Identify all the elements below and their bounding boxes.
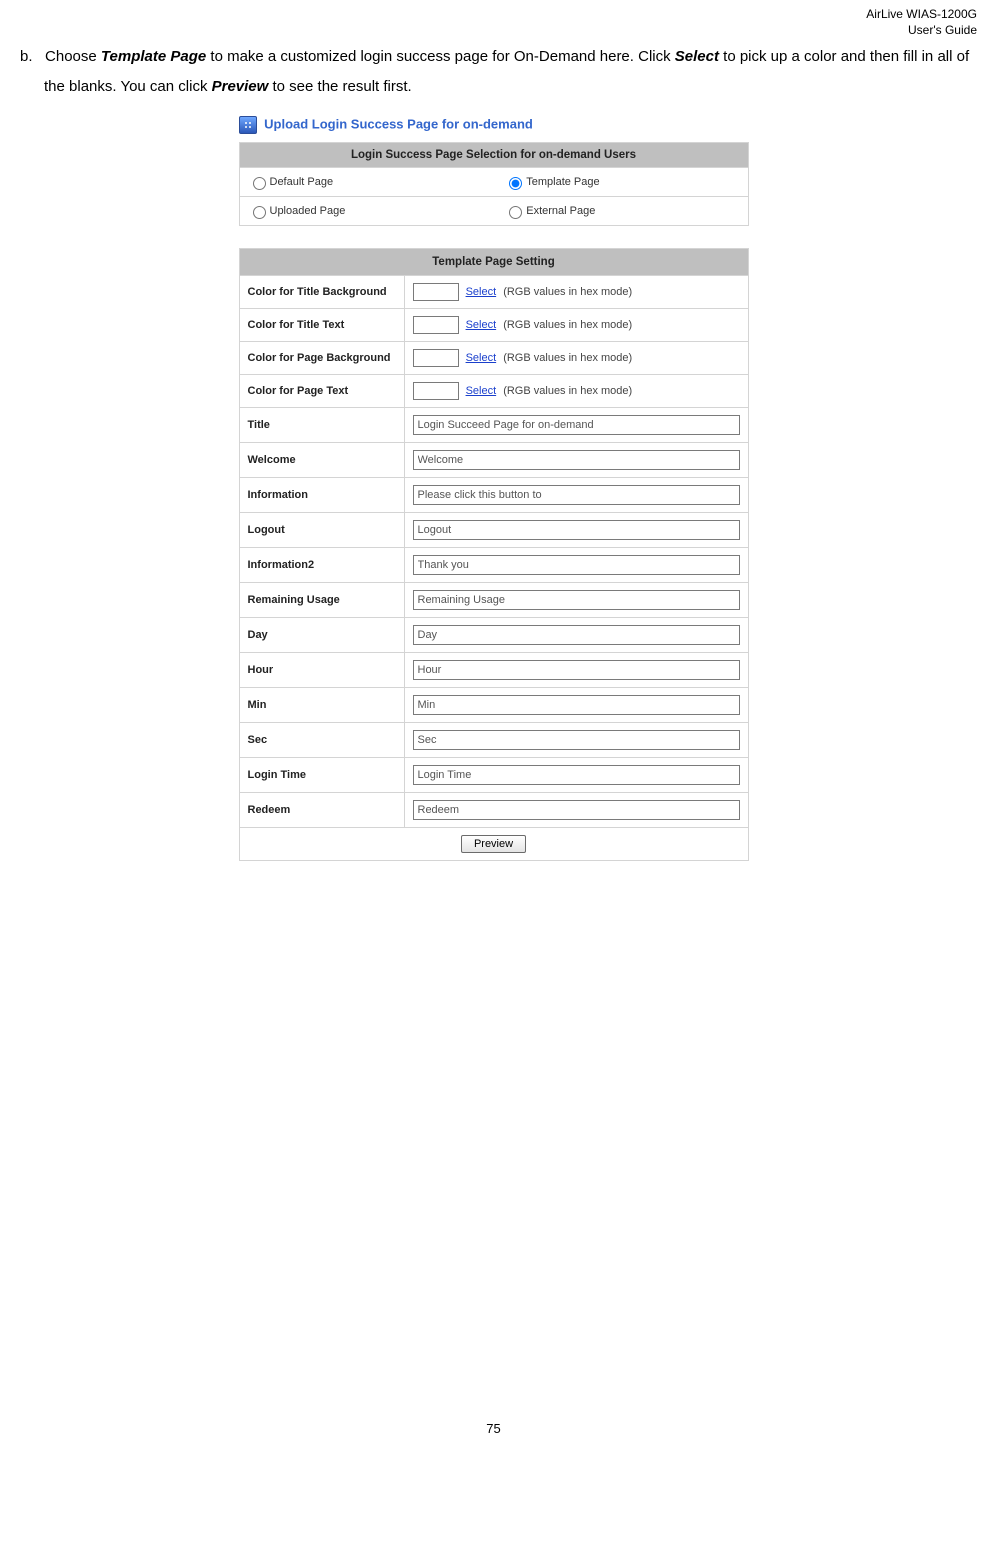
template-settings-table: Template Page Setting Color for Title Ba…	[239, 248, 749, 861]
label-welcome: Welcome	[239, 443, 404, 478]
input-information2[interactable]	[413, 555, 740, 575]
instr-text-4: to see the result first.	[268, 78, 411, 95]
input-title[interactable]	[413, 415, 740, 435]
screenshot-figure: Upload Login Success Page for on-demand …	[239, 112, 749, 861]
label-title-bg: Color for Title Background	[239, 276, 404, 309]
input-logout[interactable]	[413, 520, 740, 540]
input-min[interactable]	[413, 695, 740, 715]
label-min: Min	[239, 688, 404, 723]
label-page-text: Color for Page Text	[239, 375, 404, 408]
upload-icon	[239, 116, 257, 134]
label-login-time: Login Time	[239, 758, 404, 793]
select-link-title-text[interactable]: Select	[466, 319, 497, 331]
label-page-bg: Color for Page Background	[239, 342, 404, 375]
panel-heading: Upload Login Success Page for on-demand	[239, 112, 749, 142]
preview-button[interactable]: Preview	[461, 835, 526, 853]
input-information[interactable]	[413, 485, 740, 505]
input-login-time[interactable]	[413, 765, 740, 785]
label-logout: Logout	[239, 513, 404, 548]
select-link-page-bg[interactable]: Select	[466, 352, 497, 364]
input-page-bg-color[interactable]	[413, 349, 459, 367]
label-day: Day	[239, 618, 404, 653]
hint-title-bg: (RGB values in hex mode)	[503, 286, 632, 298]
input-remaining[interactable]	[413, 590, 740, 610]
product-name: AirLive WIAS-1200G	[866, 7, 977, 21]
doc-header: AirLive WIAS-1200G User's Guide	[0, 0, 987, 40]
input-day[interactable]	[413, 625, 740, 645]
label-remaining: Remaining Usage	[239, 583, 404, 618]
radio-external-page[interactable]: External Page	[504, 205, 595, 217]
bullet-label: b.	[20, 48, 33, 65]
panel-title-text: Upload Login Success Page for on-demand	[264, 117, 533, 132]
radio-default-page[interactable]: Default Page	[248, 176, 334, 188]
radio-default-label: Default Page	[270, 176, 334, 188]
label-hour: Hour	[239, 653, 404, 688]
label-title: Title	[239, 408, 404, 443]
instr-bold-1: Template Page	[101, 48, 206, 65]
select-link-page-text[interactable]: Select	[466, 385, 497, 397]
hint-page-bg: (RGB values in hex mode)	[503, 352, 632, 364]
selection-table: Login Success Page Selection for on-dema…	[239, 142, 749, 226]
radio-uploaded-page[interactable]: Uploaded Page	[248, 205, 346, 217]
input-page-text-color[interactable]	[413, 382, 459, 400]
hint-title-text: (RGB values in hex mode)	[503, 319, 632, 331]
input-title-text-color[interactable]	[413, 316, 459, 334]
select-link-title-bg[interactable]: Select	[466, 286, 497, 298]
doc-subtitle: User's Guide	[908, 23, 977, 37]
instr-text-2: to make a customized login success page …	[206, 48, 675, 65]
input-sec[interactable]	[413, 730, 740, 750]
page-number: 75	[0, 861, 987, 1456]
label-title-text: Color for Title Text	[239, 309, 404, 342]
input-welcome[interactable]	[413, 450, 740, 470]
hint-page-text: (RGB values in hex mode)	[503, 385, 632, 397]
instr-bold-2: Select	[675, 48, 719, 65]
label-redeem: Redeem	[239, 793, 404, 828]
label-sec: Sec	[239, 723, 404, 758]
radio-template-page[interactable]: Template Page	[504, 176, 599, 188]
template-header: Template Page Setting	[239, 249, 748, 276]
radio-uploaded-label: Uploaded Page	[270, 205, 346, 217]
input-redeem[interactable]	[413, 800, 740, 820]
input-hour[interactable]	[413, 660, 740, 680]
label-information: Information	[239, 478, 404, 513]
instruction-paragraph: b. Choose Template Page to make a custom…	[0, 40, 987, 112]
instr-text-1: Choose	[45, 48, 101, 65]
input-title-bg-color[interactable]	[413, 283, 459, 301]
instr-bold-3: Preview	[212, 78, 269, 95]
radio-template-label: Template Page	[526, 176, 599, 188]
label-information2: Information2	[239, 548, 404, 583]
selection-header: Login Success Page Selection for on-dema…	[239, 143, 748, 168]
radio-external-label: External Page	[526, 205, 595, 217]
